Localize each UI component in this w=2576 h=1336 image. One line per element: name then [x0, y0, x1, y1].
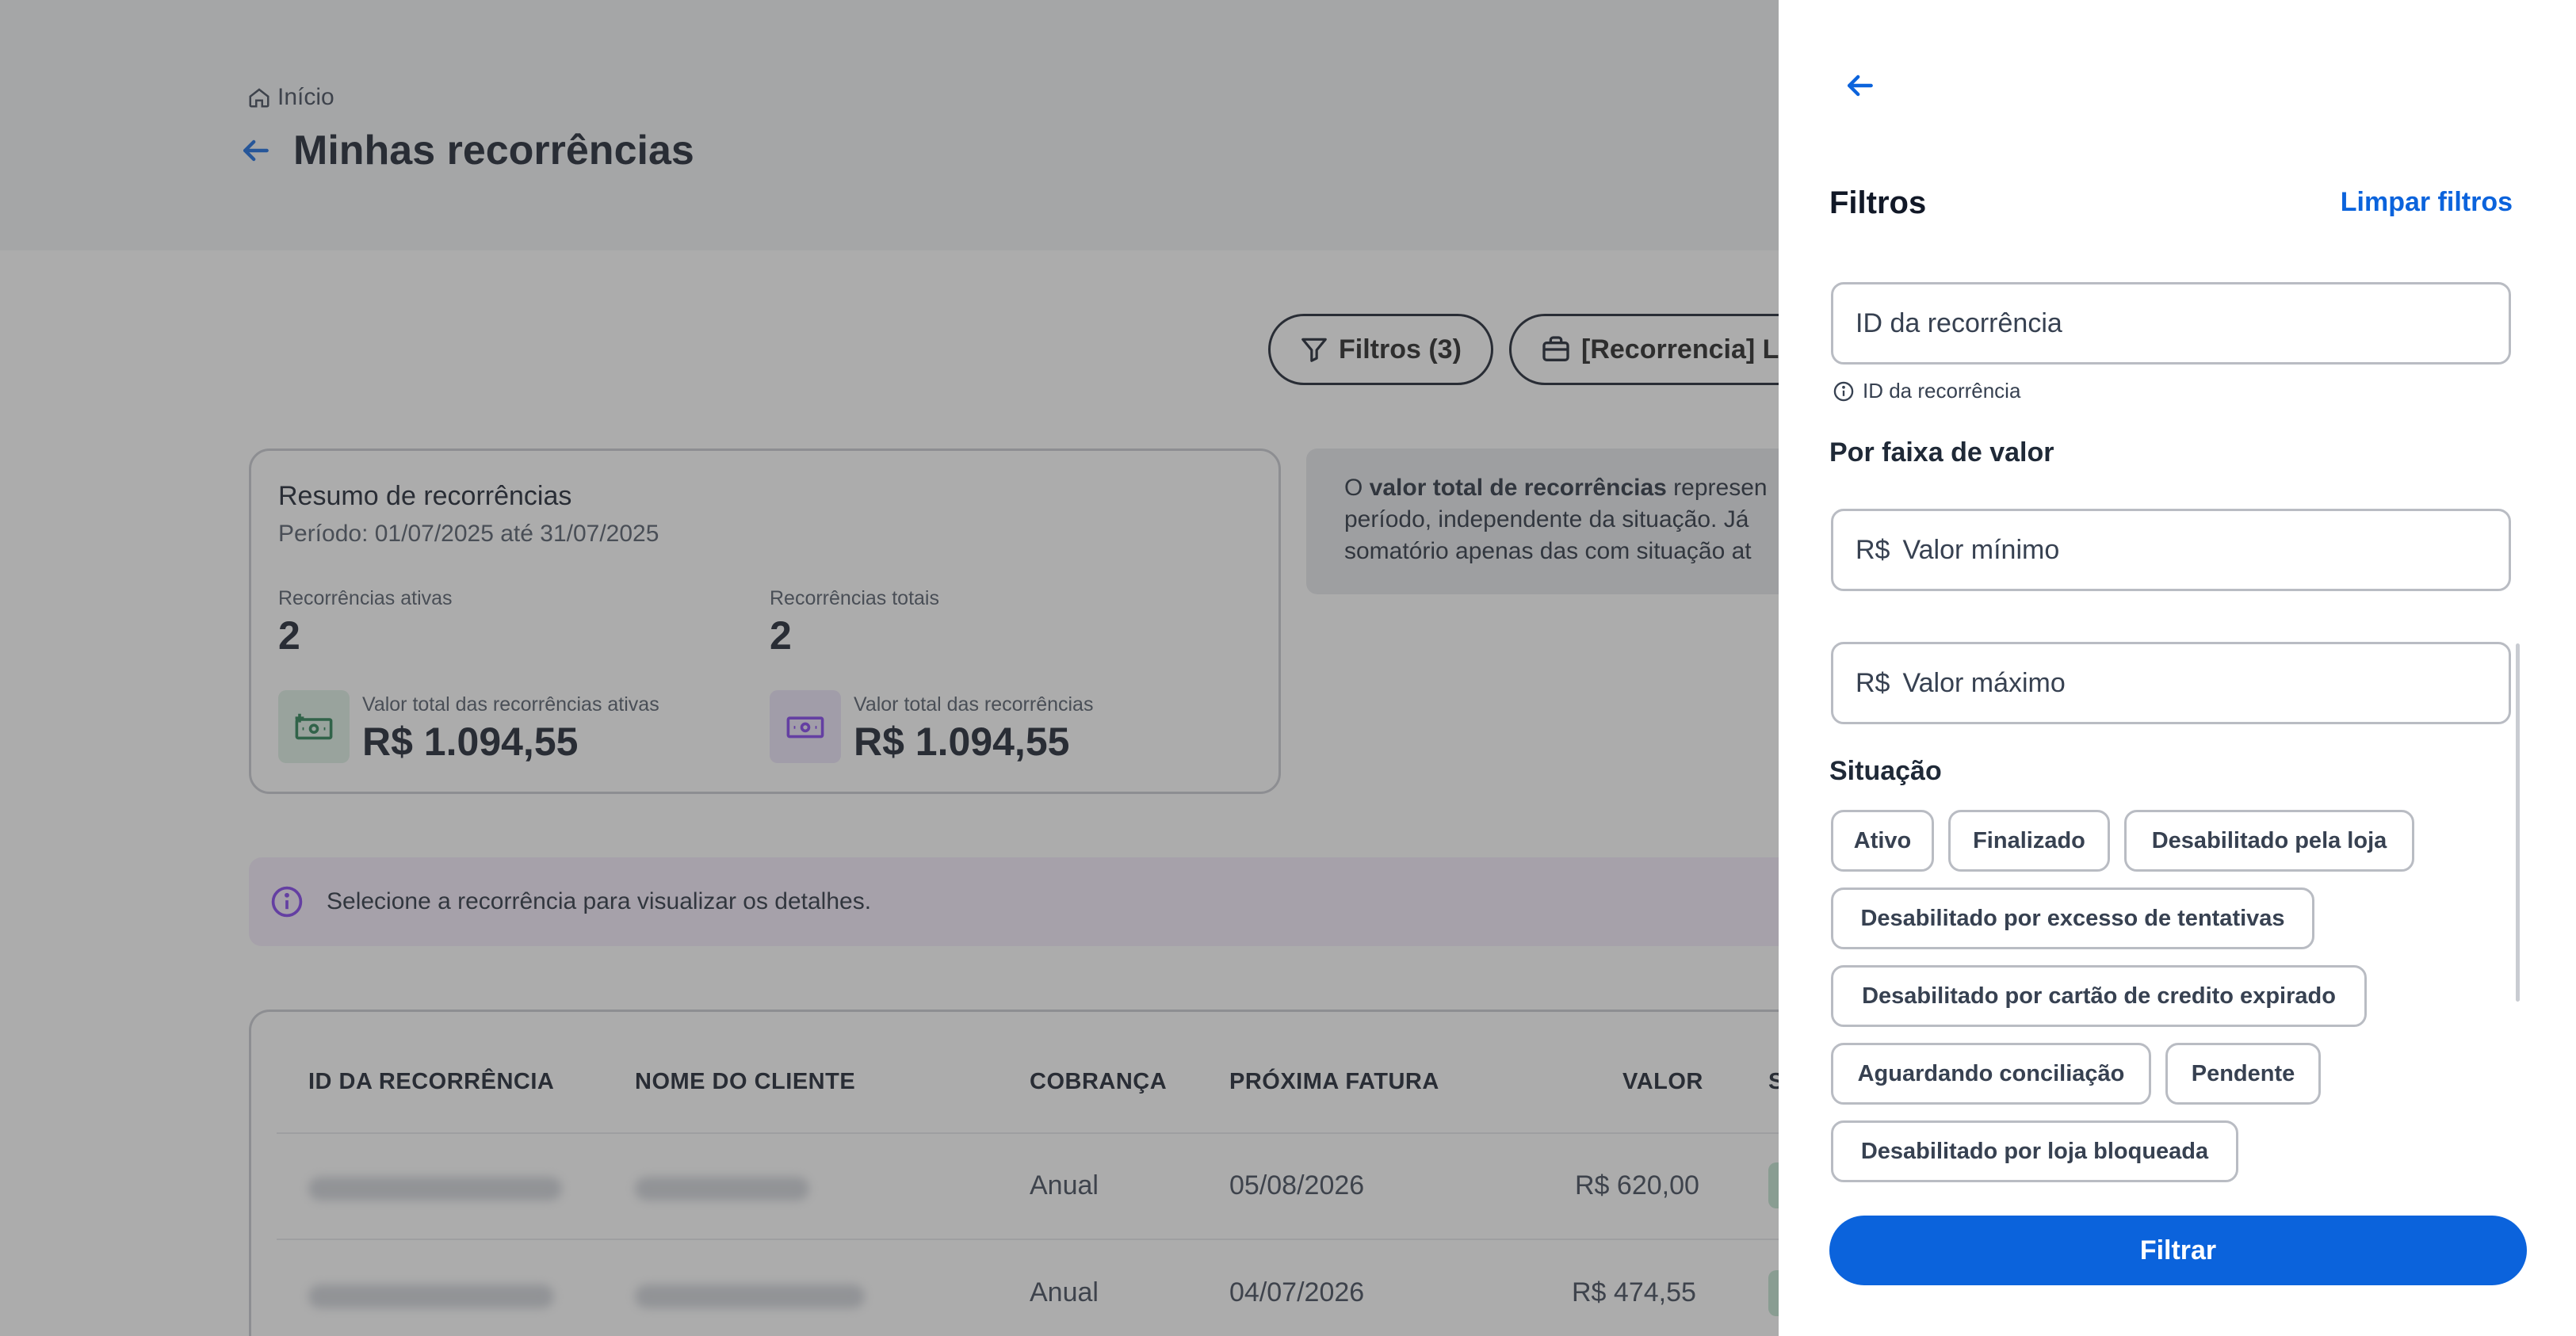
page: Início Minhas recorrências Filtros (3) [… [0, 0, 2576, 1336]
status-chip-cartao-expirado[interactable]: Desabilitado por cartão de credito expir… [1831, 965, 2367, 1027]
min-value-input[interactable] [1902, 534, 2509, 566]
status-chip-finalizado[interactable]: Finalizado [1948, 810, 2110, 872]
drawer-scrollbar[interactable] [2516, 643, 2520, 1002]
status-chip-loja-bloqueada[interactable]: Desabilitado por loja bloqueada [1831, 1120, 2238, 1182]
value-range-title: Por faixa de valor [1829, 437, 2054, 468]
drawer-title: Filtros [1829, 185, 1927, 220]
status-chip-pendente[interactable]: Pendente [2165, 1043, 2321, 1105]
status-chip-aguardando-conciliacao[interactable]: Aguardando conciliação [1831, 1043, 2151, 1105]
max-value-field[interactable]: R$ [1831, 642, 2511, 724]
currency-prefix: R$ [1856, 534, 1890, 565]
status-chip-excesso-tentativas[interactable]: Desabilitado por excesso de tentativas [1831, 887, 2314, 949]
apply-filters-button[interactable]: Filtrar [1829, 1216, 2527, 1285]
drawer-back-arrow-icon[interactable] [1842, 68, 1877, 103]
modal-backdrop[interactable] [0, 0, 1779, 1336]
recurrence-id-input[interactable] [1856, 307, 2509, 339]
max-value-input[interactable] [1902, 667, 2509, 699]
clear-filters-link[interactable]: Limpar filtros [2341, 187, 2513, 218]
status-chip-ativo[interactable]: Ativo [1831, 810, 1934, 872]
filters-drawer: Filtros Limpar filtros ID da recorrência… [1779, 0, 2576, 1336]
recurrence-id-helper: ID da recorrência [1833, 379, 2020, 403]
status-title: Situação [1829, 756, 1942, 786]
min-value-field[interactable]: R$ [1831, 509, 2511, 591]
currency-prefix: R$ [1856, 667, 1890, 698]
status-chip-desabilitado-loja[interactable]: Desabilitado pela loja [2124, 810, 2414, 872]
recurrence-id-field[interactable] [1831, 282, 2511, 365]
recurrence-id-helper-text: ID da recorrência [1863, 379, 2021, 403]
info-icon [1833, 380, 1855, 403]
